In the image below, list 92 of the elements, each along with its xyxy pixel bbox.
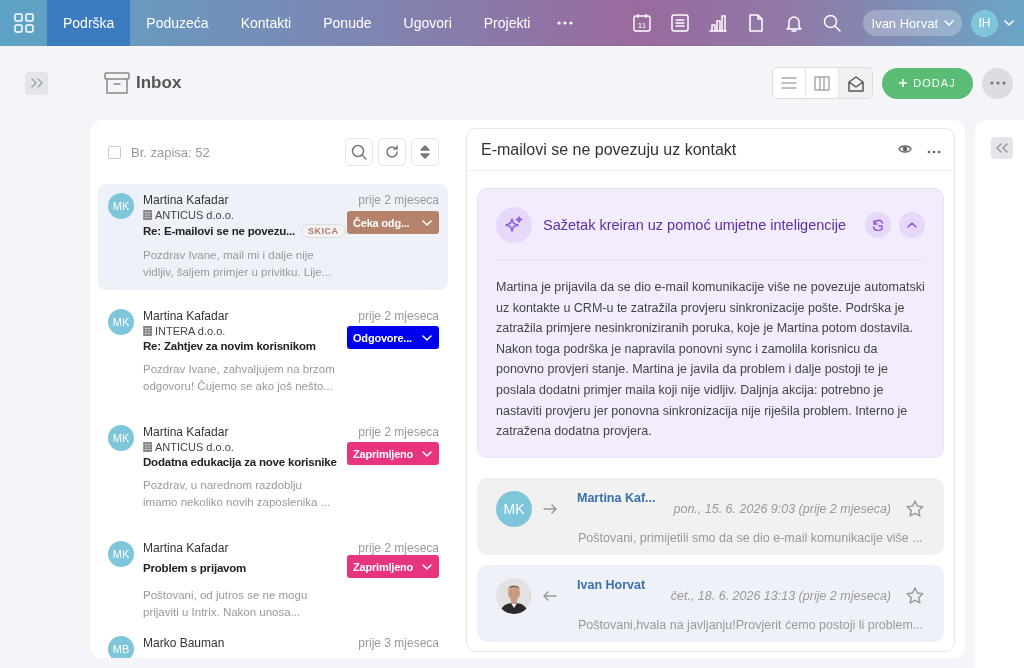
- collapse-panel-button[interactable]: [991, 137, 1013, 159]
- message-preview: Pozdrav Ivane, zahvaljujem na brzom odgovoru! Čujemo se ako još nešto...: [143, 362, 336, 394]
- arrow-icon: [543, 503, 557, 514]
- record-count: Br. zapisa: 52: [131, 144, 210, 160]
- search-icon: [351, 144, 367, 160]
- message-row[interactable]: MB Marko Bauman prije 3 mjeseca: [98, 631, 448, 658]
- message-subject: Dodatna edukacija za nove korisnike: [143, 456, 337, 468]
- message-row[interactable]: MK Martina Kafadar prije 2 mjeseca Problem s prijavom Zaprimljeno Poštovani, od jutros se ne mogu prijaviti u Intrix. Nakon unosa...: [98, 532, 448, 623]
- nav-tab[interactable]: Ponude: [307, 0, 388, 46]
- sparkle-icon: [496, 207, 532, 243]
- building-icon: [143, 442, 152, 452]
- mail-view-icon[interactable]: [839, 68, 872, 98]
- message-time: prije 2 mjeseca: [358, 541, 439, 555]
- summary-title: Sažetak kreiran uz pomoć umjetne inteligencije: [543, 217, 847, 233]
- message-subject: Re: Zahtjev za novim korisnikom: [143, 340, 316, 352]
- status-dropdown[interactable]: Odgovore...: [347, 326, 439, 349]
- email-preview: Poštovani, primijetili smo da se dio e-mail komunikacije više ...: [578, 530, 924, 545]
- email-preview: Poštovani,hvala na javljanju!Provjerit ćemo postoji li problem...: [578, 617, 924, 632]
- sender-name: Martina Kafadar: [143, 425, 229, 439]
- nav-tab[interactable]: Kontakti: [224, 0, 308, 46]
- message-row[interactable]: MK Martina Kafadar prije 2 mjeseca INTERA d.o.o. Re: Zahtjev za novim korisnikom Odgovore... Pozdrav Ivane, zahvaljujem na brzom odgovoru! Čujemo se ako još nešto...: [98, 300, 448, 406]
- company-name: INTERA d.o.o.: [155, 325, 226, 337]
- sender-link[interactable]: Martina Kaf...: [577, 490, 656, 505]
- email-title: E-mailovi se ne povezuju uz kontakt: [481, 140, 737, 159]
- avatar: MK: [108, 425, 134, 451]
- message-preview: Poštovani, od jutros se ne mogu prijaviti u Intrix. Nakon unosa...: [143, 588, 309, 620]
- double-chevron-icon: [996, 143, 1008, 153]
- collapse-button[interactable]: [899, 212, 925, 238]
- message-time: prije 2 mjeseca: [358, 193, 439, 207]
- caret-icon: [422, 563, 432, 570]
- email-thread-item[interactable]: MK Martina Kaf... pon., 15. 6. 2026 9:03 (prije 2 mjeseca) Poštovani, primijetili smo da se dio e-mail komunikacije više ...: [477, 477, 944, 555]
- nav-tab[interactable]: Podrška: [47, 0, 131, 46]
- refresh-button[interactable]: [378, 138, 406, 166]
- expand-sidebar-button[interactable]: [25, 71, 48, 95]
- sort-button[interactable]: [411, 138, 439, 166]
- status-dropdown[interactable]: Zaprimljeno: [347, 555, 439, 578]
- message-subject: Problem s prijavom: [143, 562, 247, 574]
- archive-box-icon: [104, 72, 130, 94]
- regenerate-button[interactable]: [865, 212, 891, 238]
- caret-icon: [422, 334, 432, 341]
- star-icon[interactable]: [906, 500, 924, 518]
- sender-link[interactable]: Ivan Horvat: [577, 577, 646, 592]
- nav-tab[interactable]: Projekti: [467, 0, 547, 46]
- status-dropdown[interactable]: Čeka odg...: [347, 211, 439, 234]
- avatar: MK: [496, 490, 532, 527]
- company-name: ANTICUS d.o.o.: [155, 209, 234, 221]
- avatar: MK: [108, 541, 134, 567]
- avatar: MK: [108, 309, 134, 335]
- message-row[interactable]: MK Martina Kafadar prije 2 mjeseca ANTICUS d.o.o. Re: E-mailovi se ne povezu... SKICA Čeka odg... Pozdrav Ivane, mail mi i dalje nije vidljiv, šaljem primjer u privitku. Lije...: [98, 184, 448, 290]
- sender-name: Martina Kafadar: [143, 193, 229, 207]
- double-chevron-icon: [30, 78, 43, 88]
- more-button[interactable]: [982, 67, 1013, 99]
- sender-name: Marko Bauman: [143, 636, 225, 650]
- status-dropdown[interactable]: Zaprimljeno: [347, 442, 439, 465]
- more-icon: [988, 80, 1007, 86]
- chevron-up-icon: [907, 222, 917, 228]
- search-button[interactable]: [345, 138, 373, 166]
- star-icon[interactable]: [906, 587, 924, 605]
- email-date: pon., 15. 6. 2026 9:03 (prije 2 mjeseca): [673, 501, 891, 516]
- message-preview: Pozdrav Ivane, mail mi i dalje nije vidljiv, šaljem primjer u privitku. Lije...: [143, 248, 333, 280]
- building-icon: [143, 326, 152, 336]
- nav-tab[interactable]: Ugovori: [387, 0, 468, 46]
- refresh-icon: [872, 219, 884, 231]
- plus-icon: [899, 79, 908, 87]
- caret-icon: [944, 20, 954, 26]
- nav-tab[interactable]: Poduzeća: [130, 0, 225, 46]
- summary-text: Martina je prijavila da se dio e-mail komunikacije više ne povezuje automatski uz kontakte u CRM-u te zatražila provjeru sinkronizacije pošte. Podrška je zatražila primjere nesinkroniziranih poruka, koje je Martina potom dostavila. Nakon toga podrška je napravila ponovni sync i zamolila korisnicu da ponovno provjeri stanje. Martina je javila da problem i dalje postoji te je poslala dodatni primjer maila koji nije vidljiv. Daljnja akcija: potrebno je nastaviti provjeru jer ponovna sinkronizacija nije riješila problem. Interno je zatražena dodatna provjera.: [496, 279, 925, 441]
- add-button[interactable]: DODAJ: [882, 67, 973, 99]
- select-all-checkbox[interactable]: [108, 145, 121, 159]
- arrow-icon: [543, 590, 557, 601]
- email-date: čet., 18. 6. 2026 13:13 (prije 2 mjeseca): [670, 588, 891, 603]
- message-time: prije 3 mjeseca: [358, 636, 439, 650]
- email-thread-item[interactable]: Ivan Horvat čet., 18. 6. 2026 13:13 (prije 2 mjeseca) Poštovani,hvala na javljanju!Provjerit ćemo postoji li problem...: [477, 564, 944, 642]
- company-name: ANTICUS d.o.o.: [155, 441, 234, 453]
- sender-name: Martina Kafadar: [143, 541, 229, 555]
- page-title: Inbox: [136, 73, 182, 93]
- caret-icon: [1004, 20, 1014, 26]
- message-preview: Pozdrav, u narednom razdoblju imamo nekoliko novih zaposlenika ...: [143, 478, 332, 510]
- sort-icon: [420, 145, 430, 159]
- message-time: prije 2 mjeseca: [358, 425, 439, 439]
- sender-name: Martina Kafadar: [143, 309, 229, 323]
- message-subject: Re: E-mailovi se ne povezu...: [143, 225, 296, 237]
- avatar: MK: [108, 193, 134, 219]
- message-time: prije 2 mjeseca: [358, 309, 439, 323]
- refresh-icon: [385, 145, 399, 159]
- caret-icon: [422, 219, 432, 226]
- building-icon: [143, 210, 152, 220]
- message-row[interactable]: MK Martina Kafadar prije 2 mjeseca ANTICUS d.o.o. Dodatna edukacija za nove korisnike Zaprimljeno Pozdrav, u narednom razdoblju imamo nekoliko novih zaposlenika ...: [98, 416, 448, 522]
- caret-icon: [422, 450, 432, 457]
- draft-badge: SKICA: [301, 224, 346, 238]
- user-menu[interactable]: Ivan Horvat: [862, 10, 962, 36]
- avatar: MB: [108, 636, 134, 658]
